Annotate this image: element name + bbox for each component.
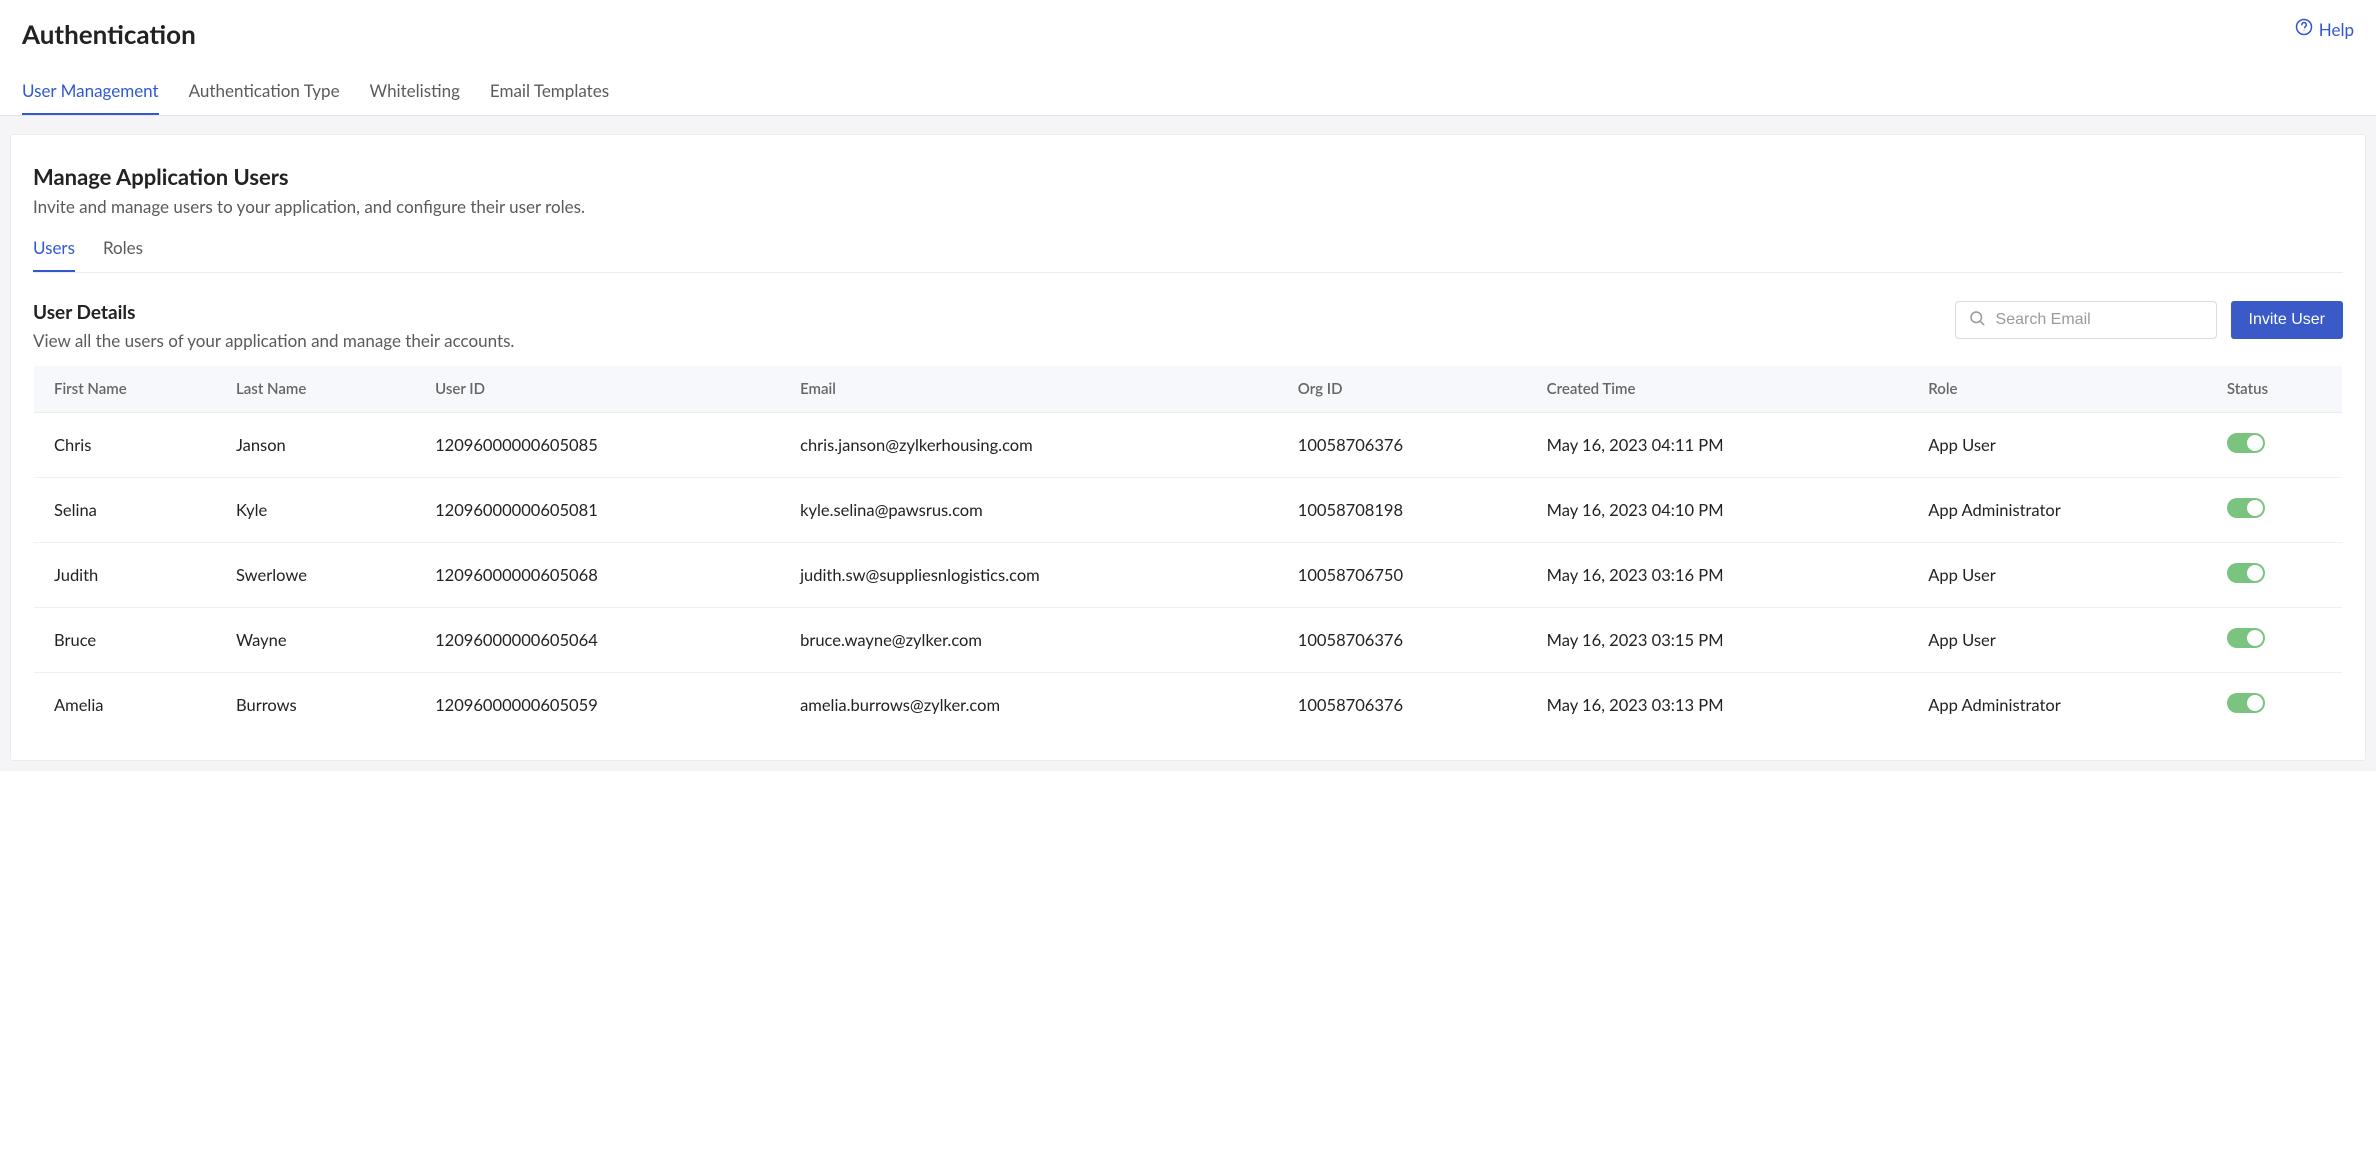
status-toggle[interactable]: [2227, 628, 2265, 648]
status-cell: [2207, 543, 2343, 608]
created-time-cell: May 16, 2023 03:15 PM: [1527, 608, 1909, 673]
user-id-cell: 12096000000605059: [415, 673, 780, 738]
first-name-cell: Selina: [34, 478, 217, 543]
status-toggle[interactable]: [2227, 693, 2265, 713]
table-row: BruceWayne12096000000605064bruce.wayne@z…: [34, 608, 2343, 673]
search-icon: [1968, 309, 1986, 331]
user-id-cell: 12096000000605068: [415, 543, 780, 608]
user-details-desc: View all the users of your application a…: [33, 330, 1955, 351]
table-row: JudithSwerlowe12096000000605068judith.sw…: [34, 543, 2343, 608]
last-name-cell: Swerlowe: [216, 543, 415, 608]
role-cell: App Administrator: [1908, 673, 2207, 738]
column-header-user-id: User ID: [415, 366, 780, 413]
created-time-cell: May 16, 2023 03:16 PM: [1527, 543, 1909, 608]
org-id-cell: 10058706376: [1278, 413, 1527, 478]
email-cell: kyle.selina@pawsrus.com: [780, 478, 1278, 543]
created-time-cell: May 16, 2023 03:13 PM: [1527, 673, 1909, 738]
table-row: ChrisJanson12096000000605085chris.janson…: [34, 413, 2343, 478]
column-header-created-time: Created Time: [1527, 366, 1909, 413]
sub-tab-roles[interactable]: Roles: [103, 229, 143, 272]
email-cell: chris.janson@zylkerhousing.com: [780, 413, 1278, 478]
column-header-first-name: First Name: [34, 366, 217, 413]
org-id-cell: 10058708198: [1278, 478, 1527, 543]
status-cell: [2207, 413, 2343, 478]
column-header-status: Status: [2207, 366, 2343, 413]
status-toggle[interactable]: [2227, 498, 2265, 518]
top-tab-user-management[interactable]: User Management: [22, 80, 159, 115]
role-cell: App Administrator: [1908, 478, 2207, 543]
sub-tab-users[interactable]: Users: [33, 229, 75, 272]
status-cell: [2207, 608, 2343, 673]
status-cell: [2207, 673, 2343, 738]
help-icon: [2295, 18, 2313, 40]
column-header-org-id: Org ID: [1278, 366, 1527, 413]
search-email-box[interactable]: [1955, 301, 2217, 339]
page-title: Authentication: [22, 18, 196, 50]
role-cell: App User: [1908, 608, 2207, 673]
last-name-cell: Wayne: [216, 608, 415, 673]
first-name-cell: Bruce: [34, 608, 217, 673]
status-toggle[interactable]: [2227, 563, 2265, 583]
search-email-input[interactable]: [1996, 311, 2204, 329]
column-header-email: Email: [780, 366, 1278, 413]
created-time-cell: May 16, 2023 04:10 PM: [1527, 478, 1909, 543]
role-cell: App User: [1908, 413, 2207, 478]
created-time-cell: May 16, 2023 04:11 PM: [1527, 413, 1909, 478]
status-toggle[interactable]: [2227, 433, 2265, 453]
table-row: SelinaKyle12096000000605081kyle.selina@p…: [34, 478, 2343, 543]
top-tab-whitelisting[interactable]: Whitelisting: [370, 80, 460, 115]
first-name-cell: Amelia: [34, 673, 217, 738]
section-desc: Invite and manage users to your applicat…: [33, 196, 2343, 217]
last-name-cell: Janson: [216, 413, 415, 478]
user-id-cell: 12096000000605064: [415, 608, 780, 673]
user-details-title: User Details: [33, 301, 1955, 324]
org-id-cell: 10058706376: [1278, 673, 1527, 738]
role-cell: App User: [1908, 543, 2207, 608]
last-name-cell: Burrows: [216, 673, 415, 738]
table-row: AmeliaBurrows12096000000605059amelia.bur…: [34, 673, 2343, 738]
help-label: Help: [2319, 19, 2354, 40]
column-header-role: Role: [1908, 366, 2207, 413]
status-cell: [2207, 478, 2343, 543]
users-table: First NameLast NameUser IDEmailOrg IDCre…: [33, 365, 2343, 738]
top-tab-email-templates[interactable]: Email Templates: [490, 80, 609, 115]
column-header-last-name: Last Name: [216, 366, 415, 413]
top-tabs: User Management Authentication Type Whitel…: [0, 50, 2376, 116]
email-cell: bruce.wayne@zylker.com: [780, 608, 1278, 673]
first-name-cell: Chris: [34, 413, 217, 478]
user-id-cell: 12096000000605081: [415, 478, 780, 543]
user-id-cell: 12096000000605085: [415, 413, 780, 478]
section-title: Manage Application Users: [33, 163, 2343, 190]
org-id-cell: 10058706750: [1278, 543, 1527, 608]
top-tab-authentication-type[interactable]: Authentication Type: [189, 80, 340, 115]
invite-user-button[interactable]: Invite User: [2231, 301, 2343, 339]
help-link[interactable]: Help: [2295, 18, 2354, 40]
first-name-cell: Judith: [34, 543, 217, 608]
email-cell: amelia.burrows@zylker.com: [780, 673, 1278, 738]
last-name-cell: Kyle: [216, 478, 415, 543]
sub-tabs: Users Roles: [33, 229, 2343, 273]
email-cell: judith.sw@suppliesnlogistics.com: [780, 543, 1278, 608]
org-id-cell: 10058706376: [1278, 608, 1527, 673]
